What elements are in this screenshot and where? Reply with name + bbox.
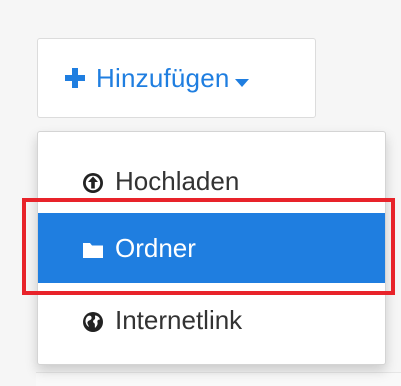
plus-icon: [64, 67, 86, 89]
background-panel: [36, 372, 401, 386]
menu-item-label: Hochladen: [115, 165, 240, 196]
menu-item-label: Ordner: [115, 232, 196, 263]
menu-item-label: Internetlink: [115, 304, 243, 335]
add-button-label: Hinzufügen: [96, 63, 230, 93]
add-button[interactable]: Hinzufügen: [37, 38, 316, 118]
menu-item-hochladen[interactable]: Hochladen: [38, 146, 385, 216]
globe-icon: [82, 309, 104, 332]
folder-icon: [82, 237, 104, 259]
add-dropdown-menu: Hochladen Ordner Internetlink: [37, 131, 386, 365]
menu-item-ordner[interactable]: Ordner: [38, 213, 385, 283]
upload-circle-icon: [82, 170, 104, 193]
caret-down-icon: [234, 74, 249, 87]
menu-item-internetlink[interactable]: Internetlink: [38, 285, 385, 355]
